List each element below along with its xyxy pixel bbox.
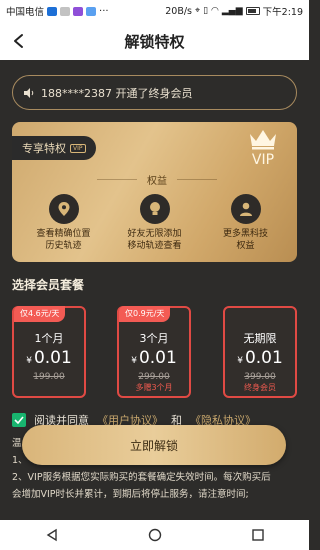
package-note: 多赠3个月	[135, 383, 173, 392]
back-arrow-icon	[14, 34, 23, 48]
speaker-icon	[24, 87, 34, 98]
price-value: 0.01	[33, 348, 72, 368]
benefit-item: 查看精确位置 历史轨迹	[21, 194, 107, 252]
package-1-month[interactable]: 仅4.6元/天 1个月 ¥0.01 199.00	[12, 306, 86, 398]
vip-mini-badge: VIP	[70, 143, 86, 153]
check-icon	[14, 416, 24, 424]
notice-text: 188****2387 开通了终身会员	[41, 86, 193, 100]
benefit-text-2a: 好友无限添加	[127, 229, 182, 239]
package-price: ¥0.01	[14, 348, 84, 368]
nav-recents-button[interactable]	[243, 525, 273, 545]
benefit-text-2b: 移动轨迹查看	[127, 241, 182, 251]
package-list: 仅4.6元/天 1个月 ¥0.01 199.00 仅0.9元/天 3个月 ¥0.…	[12, 302, 297, 398]
vip-crown-badge: VIP	[243, 128, 283, 178]
system-nav-bar	[0, 520, 309, 550]
package-note: 终身会员	[244, 383, 276, 392]
package-lifetime[interactable]: 无期限 ¥0.01 399.00 终身会员	[223, 306, 297, 398]
purchase-notice: 188****2387 开通了终身会员	[12, 75, 297, 110]
crown-icon	[250, 130, 276, 150]
package-badge: 仅4.6元/天	[14, 306, 66, 322]
vibrate-icon: ▯	[203, 6, 209, 16]
benefit-section-label: 权益	[147, 175, 167, 187]
currency-symbol: ¥	[26, 356, 32, 366]
tips-line-2: 2、VIP服务根据您实际购买的套餐确定失效时间。每次购买后	[12, 472, 271, 483]
location-status-icon: ⌖	[195, 6, 201, 16]
benefit-list: 查看精确位置 历史轨迹 好友无限添加 移动轨迹查看 更多黑科技 权益	[12, 194, 297, 252]
more-dots-icon: ···	[99, 5, 109, 17]
privilege-tag: 专享特权 VIP	[12, 136, 96, 160]
privilege-card: 专享特权 VIP VIP 权益 查看精确位置 历史轨迹 好友无限添加 移动轨迹查…	[12, 122, 297, 262]
package-3-month[interactable]: 仅0.9元/天 3个月 ¥0.01 299.00 多赠3个月	[117, 306, 191, 398]
benefit-text-3b: 权益	[236, 241, 255, 251]
package-name: 1个月	[34, 332, 64, 345]
battery-icon	[245, 7, 260, 15]
square-recents-icon	[251, 529, 264, 541]
package-name: 3个月	[139, 332, 169, 345]
clock: 下午2:19	[262, 7, 303, 18]
wifi-icon: ◠	[211, 6, 219, 16]
package-badge: 仅0.9元/天	[119, 306, 171, 322]
benefit-text-1a: 查看精确位置	[36, 229, 91, 239]
top-header: 解锁特权	[0, 22, 309, 60]
unlock-now-button[interactable]: 立即解锁	[22, 425, 286, 465]
package-old-price: 199.00	[33, 372, 65, 382]
benefit-divider: 权益	[82, 172, 232, 187]
signal-icon: ▂▄▆	[221, 6, 243, 16]
benefit-item: 更多黑科技 权益	[203, 194, 289, 252]
package-price: ¥0.01	[119, 348, 189, 368]
status-left: 中国电信 ···	[6, 4, 109, 19]
back-button[interactable]	[8, 30, 30, 52]
divider-line-right	[177, 178, 217, 180]
package-section-title: 选择会员套餐	[12, 278, 85, 292]
price-value: 0.01	[138, 348, 177, 368]
benefit-text-3a: 更多黑科技	[222, 229, 268, 239]
price-value: 0.01	[244, 348, 283, 368]
main-content: 188****2387 开通了终身会员 专享特权 VIP VIP 权益 查看精确…	[0, 60, 309, 520]
user-icon	[230, 194, 261, 224]
vip-label: VIP	[251, 152, 275, 168]
benefit-item: 好友无限添加 移动轨迹查看	[112, 194, 198, 252]
app-icon	[47, 6, 58, 16]
status-bar: 中国电信 ··· 20B/s ⌖ ▯ ◠ ▂▄▆ 下午2:19	[0, 0, 309, 22]
circle-home-icon	[148, 528, 161, 542]
status-right: 20B/s ⌖ ▯ ◠ ▂▄▆ 下午2:19	[165, 4, 303, 19]
notification-icon	[60, 6, 71, 16]
network-speed: 20B/s	[165, 5, 192, 17]
benefit-text-1b: 历史轨迹	[45, 241, 82, 251]
carrier-label: 中国电信	[6, 7, 45, 18]
tips-line-3: 会增加VIP时长并累计，到期后将停止服务，请注意时间;	[12, 489, 249, 500]
currency-symbol: ¥	[237, 356, 243, 366]
agreement-checkbox[interactable]	[12, 413, 26, 427]
lightbulb-icon	[139, 194, 170, 224]
location-icon	[48, 194, 79, 224]
triangle-back-icon	[46, 528, 57, 542]
nav-back-button[interactable]	[37, 525, 67, 545]
page-title: 解锁特权	[124, 32, 185, 51]
package-price: ¥0.01	[225, 348, 295, 368]
nav-home-button[interactable]	[140, 525, 170, 545]
currency-symbol: ¥	[131, 356, 137, 366]
package-name: 无期限	[243, 332, 277, 345]
heart-app-icon	[73, 6, 84, 16]
message-app-icon	[86, 6, 97, 16]
privilege-tag-label: 专享特权	[22, 142, 66, 155]
divider-line-left	[97, 178, 137, 180]
